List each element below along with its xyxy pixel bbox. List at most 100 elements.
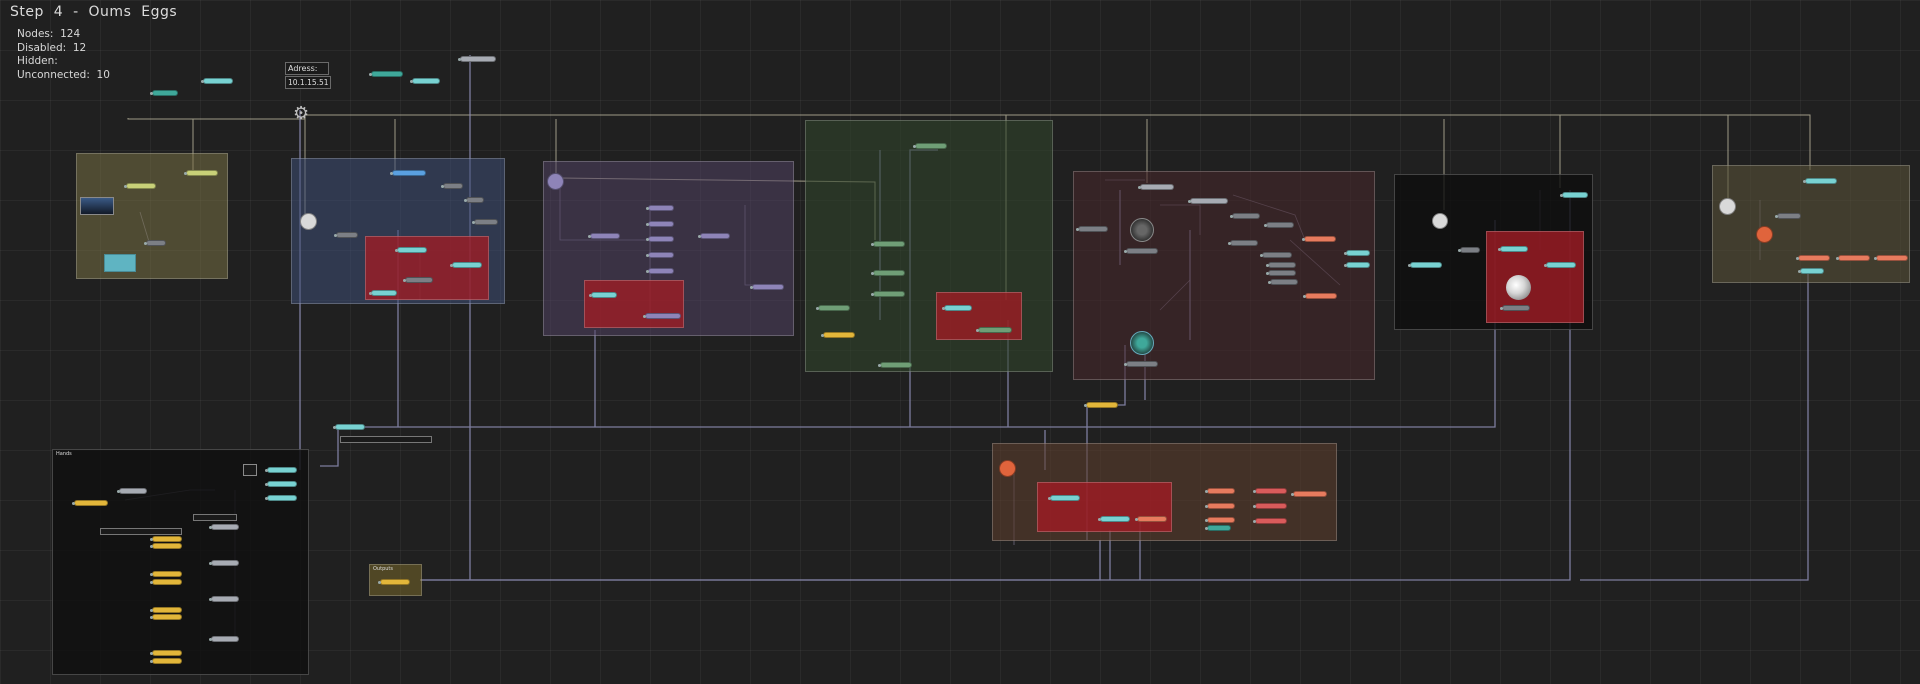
node[interactable] [464, 197, 484, 203]
node[interactable] [871, 241, 905, 247]
node[interactable] [1803, 178, 1837, 184]
node[interactable] [150, 536, 182, 542]
node[interactable] [646, 268, 674, 274]
node[interactable] [450, 262, 482, 268]
node[interactable] [150, 614, 182, 620]
node[interactable] [403, 277, 433, 283]
node[interactable] [1138, 184, 1174, 190]
node[interactable] [1264, 222, 1294, 228]
node[interactable] [1344, 262, 1370, 268]
node[interactable] [265, 495, 297, 501]
node[interactable] [333, 424, 365, 430]
node[interactable] [1205, 517, 1235, 523]
node[interactable] [150, 658, 182, 664]
frame-red-sub-2[interactable] [584, 280, 684, 328]
node[interactable] [646, 252, 674, 258]
node[interactable] [1291, 491, 1327, 497]
node[interactable] [816, 305, 850, 311]
node[interactable] [1500, 305, 1530, 311]
gear-node-icon[interactable] [1130, 331, 1154, 355]
node[interactable] [209, 560, 239, 566]
node[interactable] [334, 232, 358, 238]
node[interactable] [1268, 279, 1298, 285]
node[interactable] [369, 290, 397, 296]
node[interactable] [878, 362, 912, 368]
node[interactable] [150, 607, 182, 613]
node[interactable] [976, 327, 1012, 333]
gear-node-icon[interactable] [1130, 218, 1154, 242]
node[interactable] [72, 500, 108, 506]
node[interactable] [1458, 247, 1480, 253]
node[interactable] [369, 71, 403, 77]
node[interactable] [390, 170, 426, 176]
node[interactable] [942, 305, 972, 311]
node[interactable] [150, 579, 182, 585]
node[interactable] [643, 313, 681, 319]
node[interactable] [1344, 250, 1370, 256]
node[interactable] [1124, 248, 1158, 254]
circle-node[interactable] [999, 460, 1016, 477]
node[interactable] [1560, 192, 1588, 198]
node[interactable] [1084, 402, 1118, 408]
frame-red-sub-5[interactable] [1037, 482, 1172, 532]
node[interactable] [395, 247, 427, 253]
node[interactable] [1124, 361, 1158, 367]
node[interactable] [209, 636, 239, 642]
node[interactable] [1228, 240, 1258, 246]
node[interactable] [1076, 226, 1108, 232]
folder-icon[interactable] [104, 254, 136, 272]
node[interactable] [871, 270, 905, 276]
node[interactable] [124, 183, 156, 189]
node[interactable] [646, 221, 674, 227]
node[interactable] [646, 205, 674, 211]
circle-node[interactable] [547, 173, 564, 190]
node[interactable] [150, 543, 182, 549]
node[interactable] [589, 292, 617, 298]
node-graph-canvas[interactable]: Step 4 - Oums Eggs Nodes: 124 Disabled: … [0, 0, 1920, 684]
node[interactable] [1098, 516, 1130, 522]
node[interactable] [410, 78, 440, 84]
node[interactable] [1048, 495, 1080, 501]
node[interactable] [1188, 198, 1228, 204]
node[interactable] [1253, 503, 1287, 509]
node[interactable] [378, 579, 410, 585]
circle-node[interactable] [1719, 198, 1736, 215]
node[interactable] [117, 488, 147, 494]
node[interactable] [209, 524, 239, 530]
node[interactable] [1302, 236, 1336, 242]
node[interactable] [1796, 255, 1830, 261]
circle-node[interactable] [1756, 226, 1773, 243]
node[interactable] [150, 571, 182, 577]
node[interactable] [698, 233, 730, 239]
node[interactable] [1205, 525, 1231, 531]
node[interactable] [1253, 488, 1287, 494]
node[interactable] [1230, 213, 1260, 219]
node[interactable] [588, 233, 620, 239]
node[interactable] [150, 90, 178, 96]
node[interactable] [458, 56, 496, 62]
node[interactable] [201, 78, 233, 84]
node[interactable] [871, 291, 905, 297]
circle-node[interactable] [300, 213, 317, 230]
node[interactable] [1836, 255, 1870, 261]
node[interactable] [1205, 503, 1235, 509]
node[interactable] [1498, 246, 1528, 252]
node[interactable] [913, 143, 947, 149]
node[interactable] [184, 170, 218, 176]
node[interactable] [1253, 518, 1287, 524]
node[interactable] [265, 467, 297, 473]
node[interactable] [1266, 270, 1296, 276]
node[interactable] [1408, 262, 1442, 268]
address-field[interactable]: 10.1.15.51 [285, 76, 331, 89]
node[interactable] [1874, 255, 1908, 261]
node[interactable] [209, 596, 239, 602]
circle-node[interactable] [1432, 213, 1448, 229]
node[interactable] [1303, 293, 1337, 299]
node[interactable] [821, 332, 855, 338]
node[interactable] [1775, 213, 1801, 219]
node[interactable] [265, 481, 297, 487]
node[interactable] [646, 236, 674, 242]
hub-gear-icon[interactable]: ⚙ [293, 105, 309, 123]
node[interactable] [1205, 488, 1235, 494]
node[interactable] [1798, 268, 1824, 274]
